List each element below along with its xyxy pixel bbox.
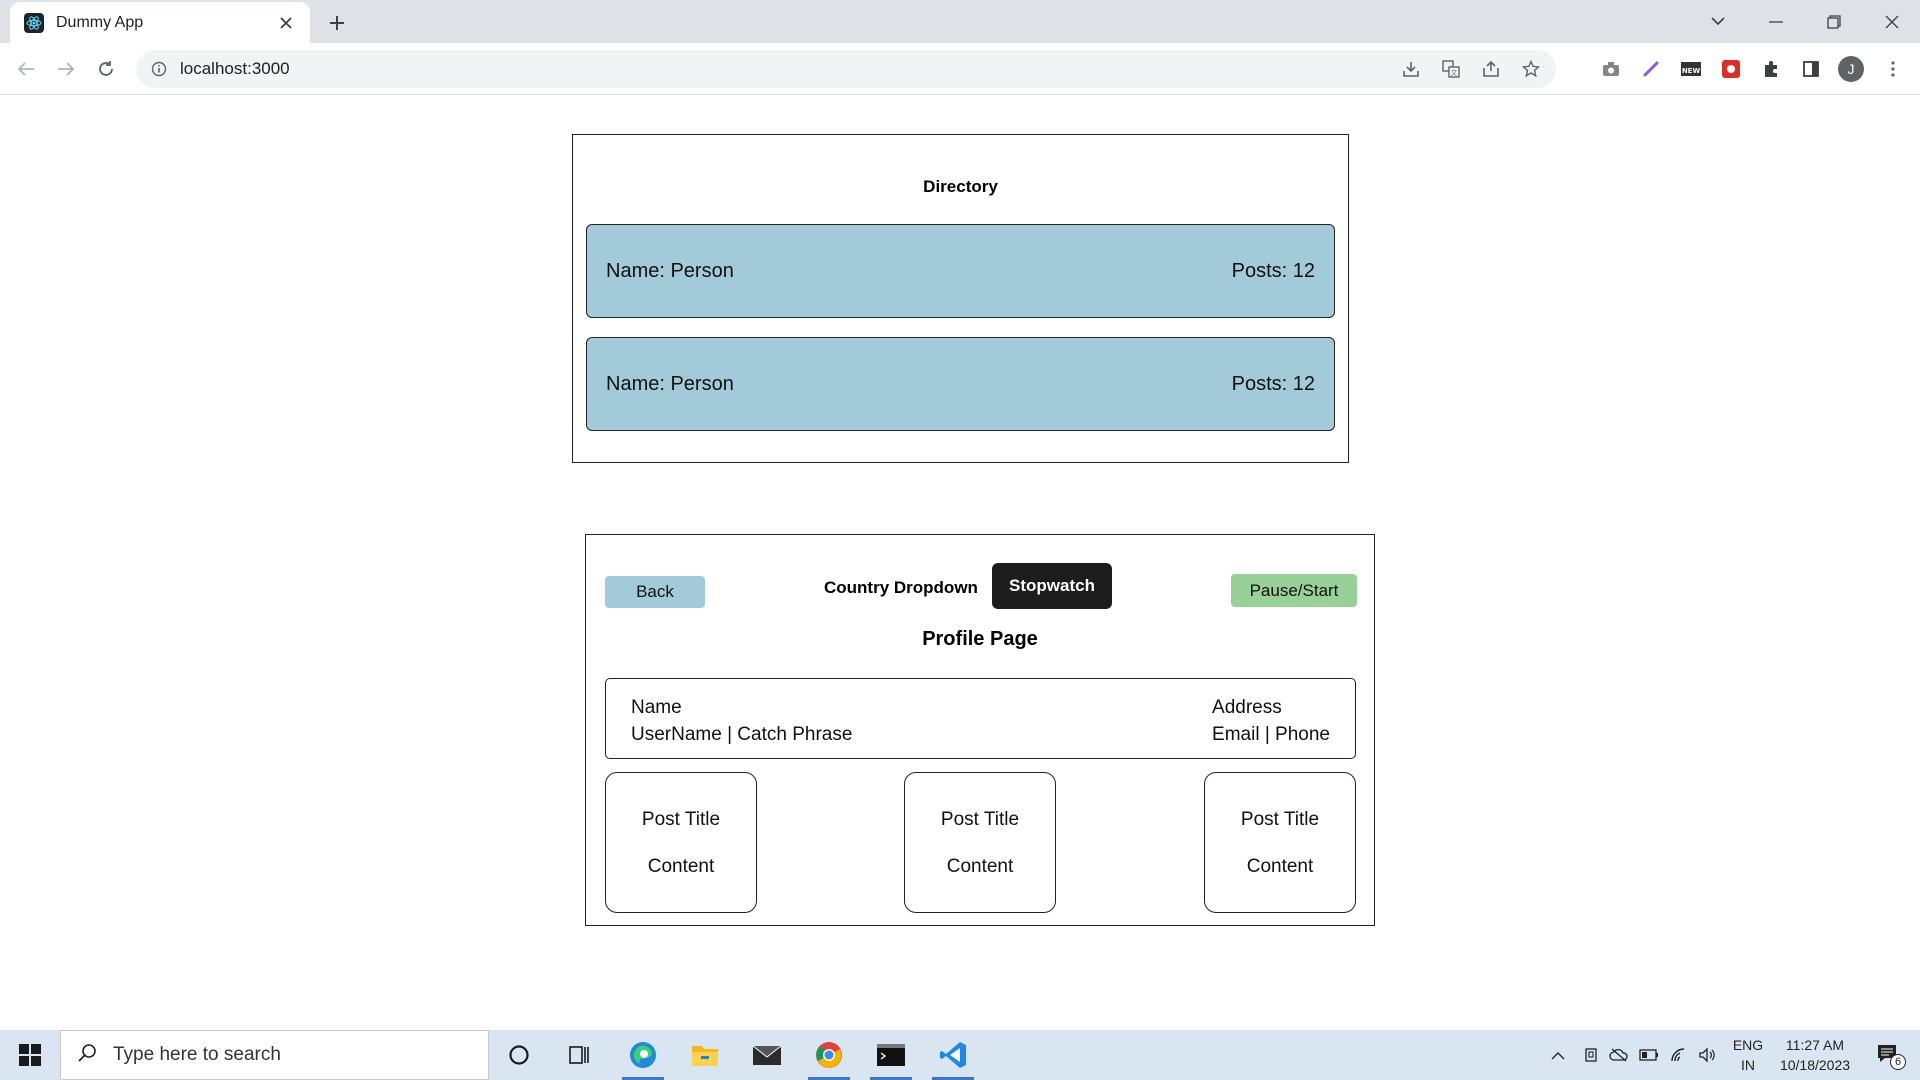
- profile-panel: Back Country Dropdown Stopwatch Pause/St…: [585, 534, 1375, 926]
- user-username-catchphrase: UserName | Catch Phrase: [631, 724, 853, 745]
- browser-toolbar: localhost:3000 文 NEW J: [0, 43, 1920, 95]
- volume-icon[interactable]: [1694, 1030, 1720, 1080]
- address-bar[interactable]: localhost:3000 文: [136, 50, 1556, 88]
- svg-text:NEW: NEW: [1682, 67, 1701, 75]
- reload-icon[interactable]: [90, 53, 122, 85]
- back-button[interactable]: Back: [605, 576, 705, 608]
- post-title: Post Title: [641, 809, 721, 830]
- svg-text:文: 文: [1451, 68, 1458, 77]
- user-email-phone: Email | Phone: [1212, 724, 1330, 745]
- taskbar-search-box[interactable]: Type here to search: [60, 1030, 489, 1080]
- post-content: Content: [946, 856, 1014, 877]
- new-tab-button[interactable]: [322, 8, 352, 38]
- user-info-left: Name UserName | Catch Phrase: [631, 694, 852, 758]
- post-content: Content: [1246, 856, 1314, 877]
- more-menu-icon[interactable]: [1876, 52, 1910, 86]
- close-window-icon[interactable]: [1864, 0, 1920, 43]
- person-posts-count: Posts: 12: [1231, 259, 1315, 282]
- person-card[interactable]: Name: Person Posts: 12: [586, 224, 1335, 318]
- search-icon: [77, 1043, 97, 1068]
- back-arrow-icon[interactable]: [10, 53, 42, 85]
- red-extension-icon[interactable]: [1714, 52, 1748, 86]
- post-title: Post Title: [940, 809, 1020, 830]
- person-name: Name: Person: [606, 372, 734, 395]
- stopwatch-button[interactable]: Stopwatch: [992, 563, 1112, 609]
- person-posts-count: Posts: 12: [1231, 372, 1315, 395]
- post-card[interactable]: Post Title Content: [904, 772, 1056, 913]
- install-app-icon[interactable]: [1394, 52, 1428, 86]
- wifi-icon[interactable]: [1666, 1030, 1692, 1080]
- extensions-puzzle-icon[interactable]: [1754, 52, 1788, 86]
- show-hidden-icons-chevron-icon[interactable]: [1545, 1030, 1571, 1080]
- post-title: Post Title: [1240, 809, 1320, 830]
- pause-start-button[interactable]: Pause/Start: [1231, 574, 1357, 607]
- mail-icon[interactable]: [738, 1030, 796, 1080]
- person-name: Name: Person: [606, 259, 734, 282]
- new-badge-extension-icon[interactable]: NEW: [1674, 52, 1708, 86]
- clock-time: 11:27 AM: [1785, 1037, 1845, 1053]
- windows-start-icon[interactable]: [0, 1030, 60, 1080]
- profile-page-title: Profile Page: [922, 628, 1038, 650]
- camera-icon[interactable]: [1594, 52, 1628, 86]
- terminal-icon[interactable]: [862, 1030, 920, 1080]
- forward-arrow-icon[interactable]: [50, 53, 82, 85]
- device-tray-icon[interactable]: [1578, 1030, 1604, 1080]
- close-tab-icon[interactable]: [274, 11, 298, 35]
- user-info-box: Name UserName | Catch Phrase Address Ema…: [605, 678, 1356, 759]
- directory-title: Directory: [923, 177, 998, 196]
- bookmark-star-icon[interactable]: [1514, 52, 1548, 86]
- user-address: Address: [1212, 697, 1282, 718]
- search-placeholder: Type here to search: [113, 1044, 281, 1065]
- clock[interactable]: 11:27 AM 10/18/2023: [1770, 1030, 1860, 1080]
- post-content: Content: [647, 856, 715, 877]
- browser-tab[interactable]: Dummy App: [10, 2, 310, 43]
- user-info-right: Address Email | Phone: [1212, 694, 1330, 758]
- site-info-icon[interactable]: [150, 60, 168, 78]
- edge-browser-icon[interactable]: [614, 1030, 672, 1080]
- browser-tab-strip: Dummy App: [0, 0, 1920, 43]
- battery-icon[interactable]: [1636, 1030, 1662, 1080]
- url-text: localhost:3000: [180, 59, 290, 78]
- tab-search-chevron-icon[interactable]: [1690, 0, 1746, 43]
- vscode-icon[interactable]: [924, 1030, 982, 1080]
- restore-icon[interactable]: [1806, 0, 1862, 43]
- side-panel-icon[interactable]: [1794, 52, 1828, 86]
- react-favicon-icon: [24, 12, 44, 33]
- notification-count-badge: 6: [1890, 1054, 1906, 1070]
- pen-extension-icon[interactable]: [1634, 52, 1668, 86]
- directory-panel: Directory Name: Person Posts: 12 Name: P…: [572, 134, 1349, 463]
- post-card[interactable]: Post Title Content: [1204, 772, 1356, 913]
- profile-avatar[interactable]: J: [1834, 52, 1868, 86]
- region-code: IN: [1741, 1057, 1755, 1073]
- country-dropdown-label[interactable]: Country Dropdown: [824, 577, 978, 599]
- onedrive-offline-icon[interactable]: [1606, 1030, 1632, 1080]
- share-icon[interactable]: [1474, 52, 1508, 86]
- task-view-icon[interactable]: [550, 1030, 608, 1080]
- tab-title: Dummy App: [56, 13, 144, 31]
- language-indicator[interactable]: ENG IN: [1727, 1030, 1769, 1080]
- windows-taskbar: Type here to search ENG IN 11:27 AM 10/1…: [0, 1030, 1920, 1080]
- file-explorer-icon[interactable]: [676, 1030, 734, 1080]
- person-card[interactable]: Name: Person Posts: 12: [586, 337, 1335, 431]
- chrome-icon[interactable]: [800, 1030, 858, 1080]
- clock-date: 10/18/2023: [1779, 1057, 1851, 1073]
- user-name: Name: [631, 697, 682, 718]
- language-code: ENG: [1732, 1037, 1764, 1053]
- notification-center-icon[interactable]: 6: [1868, 1030, 1912, 1080]
- profile-initial: J: [1838, 56, 1864, 82]
- post-card[interactable]: Post Title Content: [605, 772, 757, 913]
- translate-icon[interactable]: 文: [1434, 52, 1468, 86]
- cortana-icon[interactable]: [490, 1030, 548, 1080]
- minimize-icon[interactable]: [1748, 0, 1804, 43]
